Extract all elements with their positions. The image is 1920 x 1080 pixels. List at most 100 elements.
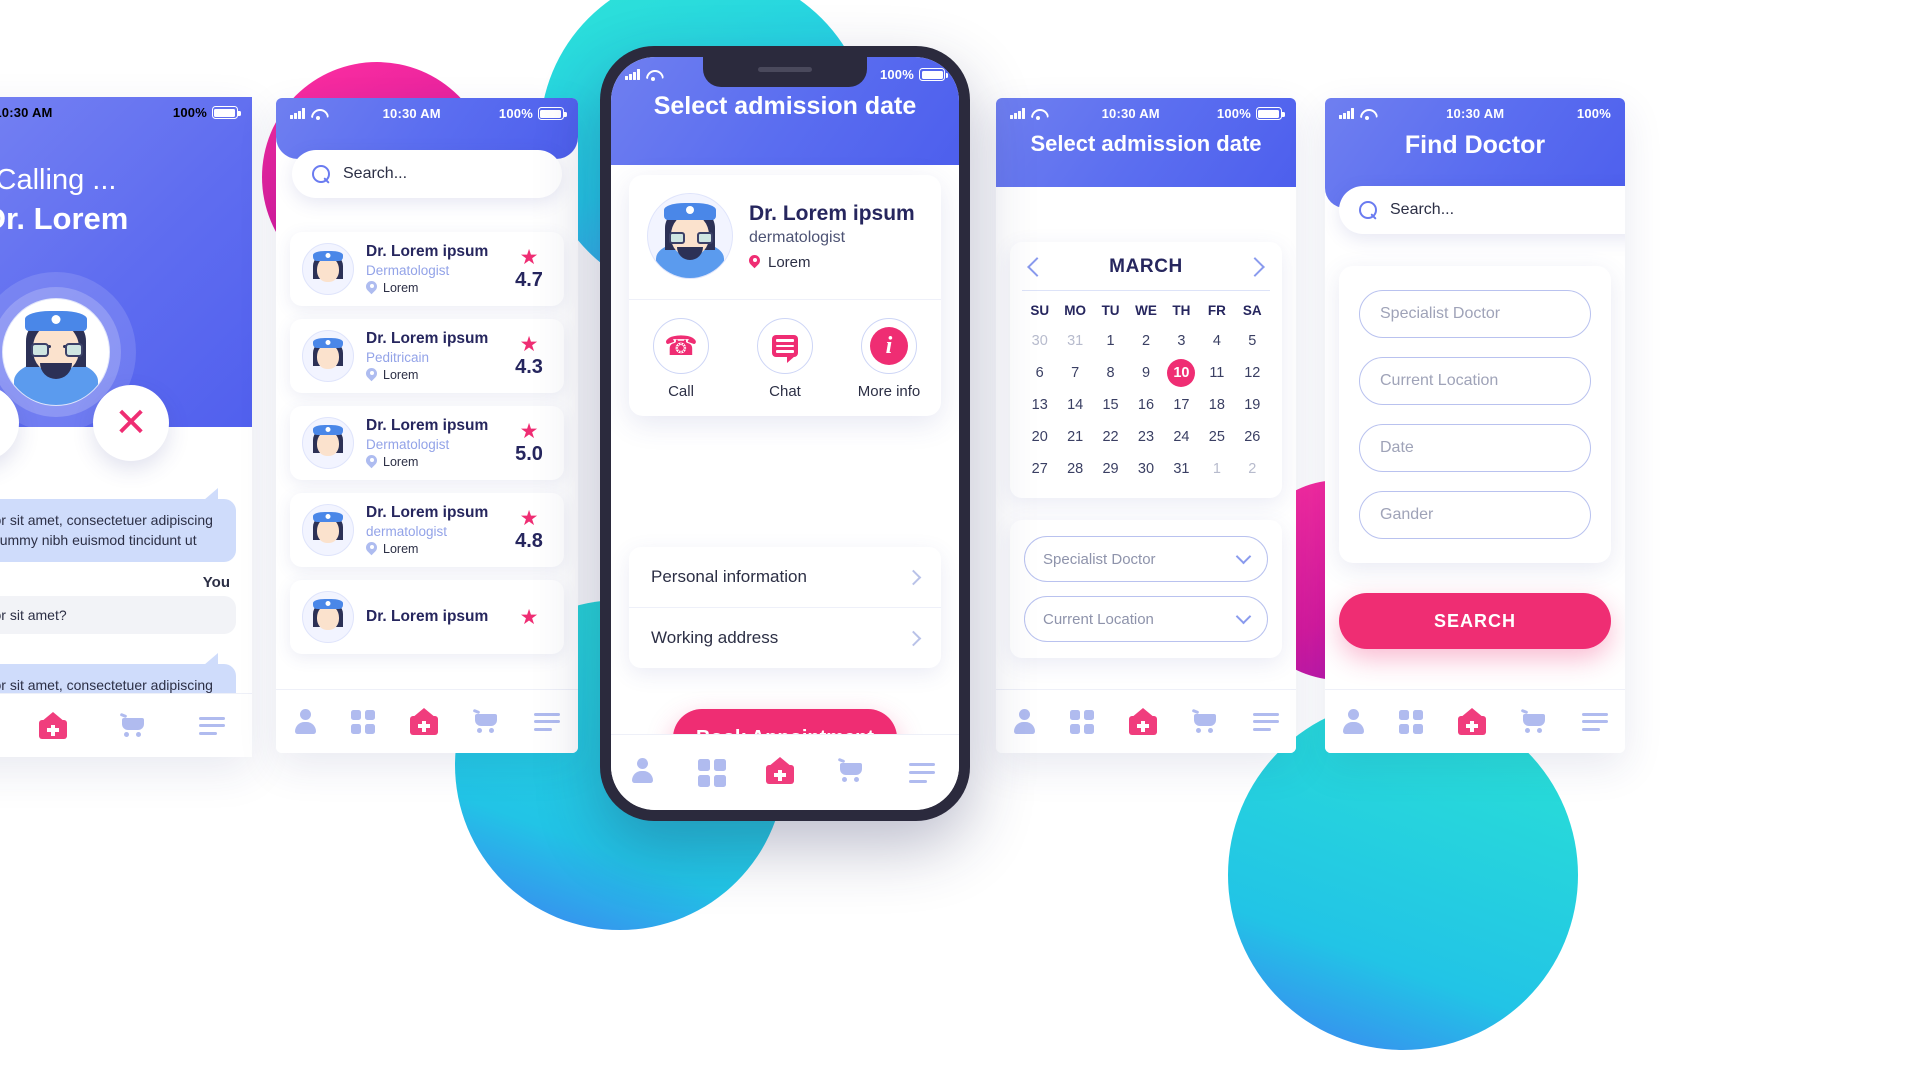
nav-cart[interactable] — [473, 710, 499, 734]
calendar-day[interactable]: 21 — [1057, 424, 1092, 450]
nav-profile[interactable] — [294, 708, 316, 735]
action-call[interactable]: ☎ Call — [629, 318, 733, 400]
nav-menu[interactable] — [534, 712, 561, 731]
calendar-day[interactable]: 30 — [1128, 456, 1163, 482]
nav-home[interactable] — [765, 756, 798, 788]
calendar-day[interactable]: 27 — [1022, 456, 1057, 482]
call-button[interactable]: ☎ — [653, 318, 709, 374]
calendar-day[interactable]: 6 — [1022, 360, 1057, 386]
current-location-select[interactable]: Current Location — [1024, 596, 1268, 642]
calendar-day[interactable]: 7 — [1057, 360, 1092, 386]
home-icon — [409, 707, 438, 735]
nav-home[interactable] — [409, 707, 438, 735]
row-working-address[interactable]: Working address — [629, 607, 941, 668]
screen-calling: 10:30 AM 100% Calling ... Dr. Lorem — [0, 97, 252, 757]
doctor-list-item[interactable]: Dr. Lorem ipsum dermatologist Lorem ★ 4.… — [290, 493, 564, 567]
calendar-day[interactable]: 26 — [1235, 424, 1270, 450]
nav-categories[interactable] — [1399, 709, 1424, 734]
calendar-day[interactable]: 23 — [1128, 424, 1163, 450]
calendar-dow: MO — [1064, 303, 1086, 318]
doctor-list-item[interactable]: Dr. Lorem ipsum Dermatologist Lorem ★ 4.… — [290, 232, 564, 306]
chat-button[interactable] — [757, 318, 813, 374]
calendar-day[interactable]: 17 — [1164, 392, 1199, 418]
calendar-day[interactable]: 9 — [1128, 360, 1163, 386]
calendar-day[interactable]: 28 — [1057, 456, 1092, 482]
nav-menu[interactable] — [199, 716, 226, 735]
decline-call-button[interactable]: ✕ — [93, 385, 169, 461]
accept-call-button[interactable]: ☎ — [0, 385, 19, 461]
nav-home[interactable] — [1128, 707, 1157, 735]
calendar-day[interactable]: 15 — [1093, 392, 1128, 418]
doctor-list-item[interactable]: Dr. Lorem ipsum ★ — [290, 580, 564, 654]
nav-categories[interactable] — [350, 709, 375, 734]
doctor-list-item[interactable]: Dr. Lorem ipsum Peditricain Lorem ★ 4.3 — [290, 319, 564, 393]
more-info-button[interactable]: i — [861, 318, 917, 374]
nav-menu[interactable] — [1252, 712, 1279, 731]
call-action-buttons: ☎ ✕ — [0, 385, 252, 461]
calendar-day[interactable]: 16 — [1128, 392, 1163, 418]
calendar-day[interactable]: 31 — [1164, 456, 1199, 482]
specialist-doctor-select[interactable]: Specialist Doctor — [1024, 536, 1268, 582]
row-personal-information[interactable]: Personal information — [629, 547, 941, 607]
date-field[interactable]: Date — [1359, 424, 1591, 472]
search-button[interactable]: SEARCH — [1339, 593, 1611, 649]
calendar-dow: TU — [1101, 303, 1120, 318]
calendar-day[interactable]: 31 — [1057, 328, 1092, 354]
nav-home[interactable] — [38, 711, 67, 739]
info-icon: i — [870, 327, 908, 365]
calendar-day[interactable]: 4 — [1199, 328, 1234, 354]
nav-menu[interactable] — [1581, 712, 1608, 731]
field-placeholder: Specialist Doctor — [1380, 305, 1501, 322]
calendar-day[interactable]: 12 — [1235, 360, 1270, 386]
calendar-day[interactable]: 1 — [1199, 456, 1234, 482]
chevron-left-icon[interactable] — [1027, 257, 1047, 277]
message-sender: em — [0, 477, 236, 494]
current-location-field[interactable]: Current Location — [1359, 357, 1591, 405]
calendar-day[interactable]: 11 — [1199, 360, 1234, 386]
calendar-day[interactable]: 3 — [1164, 328, 1199, 354]
calendar-day[interactable]: 18 — [1199, 392, 1234, 418]
calendar-header: 10:30 AM 100% Select admission date — [996, 98, 1296, 187]
calendar-day[interactable]: 8 — [1093, 360, 1128, 386]
nav-profile[interactable] — [1013, 708, 1036, 735]
nav-cart[interactable] — [838, 759, 868, 787]
menu-icon — [908, 762, 939, 783]
calendar-day[interactable]: 2 — [1128, 328, 1163, 354]
calendar-filters: Specialist Doctor Current Location — [1010, 520, 1282, 658]
nav-profile[interactable] — [631, 757, 657, 788]
field-placeholder: Gander — [1380, 506, 1434, 523]
action-chat[interactable]: Chat — [733, 318, 837, 400]
calendar-day[interactable]: 29 — [1093, 456, 1128, 482]
nav-home[interactable] — [1457, 707, 1486, 735]
calendar-day[interactable]: 5 — [1235, 328, 1270, 354]
nav-categories[interactable] — [1070, 709, 1095, 734]
calendar-day[interactable]: 25 — [1199, 424, 1234, 450]
nav-cart[interactable] — [1192, 710, 1218, 734]
calendar-day[interactable]: 14 — [1057, 392, 1092, 418]
search-input[interactable]: Search... — [292, 150, 562, 198]
star-icon: ★ — [519, 419, 539, 443]
action-more-info[interactable]: i More info — [837, 318, 941, 400]
nav-categories[interactable] — [697, 758, 726, 787]
calendar-day[interactable]: 20 — [1022, 424, 1057, 450]
calendar-day[interactable]: 13 — [1022, 392, 1057, 418]
nav-cart[interactable] — [120, 714, 146, 738]
specialist-doctor-field[interactable]: Specialist Doctor — [1359, 290, 1591, 338]
bottom-nav — [0, 693, 252, 757]
gender-field[interactable]: Gander — [1359, 491, 1591, 539]
doctor-list-item[interactable]: Dr. Lorem ipsum Dermatologist Lorem ★ 5.… — [290, 406, 564, 480]
nav-menu[interactable] — [908, 762, 939, 783]
status-bar-right: 100% — [173, 105, 241, 120]
calendar-day[interactable]: 2 — [1235, 456, 1270, 482]
nav-cart[interactable] — [1521, 710, 1547, 734]
calendar-day-selected[interactable]: 10 — [1164, 360, 1199, 386]
nav-profile[interactable] — [1342, 708, 1365, 735]
calendar-day[interactable]: 1 — [1093, 328, 1128, 354]
menu-icon — [199, 716, 226, 735]
calendar-day[interactable]: 24 — [1164, 424, 1199, 450]
calendar-day[interactable]: 19 — [1235, 392, 1270, 418]
search-input[interactable]: Search... — [1339, 186, 1625, 234]
calendar-day[interactable]: 22 — [1093, 424, 1128, 450]
chevron-right-icon[interactable] — [1245, 257, 1265, 277]
calendar-day[interactable]: 30 — [1022, 328, 1057, 354]
